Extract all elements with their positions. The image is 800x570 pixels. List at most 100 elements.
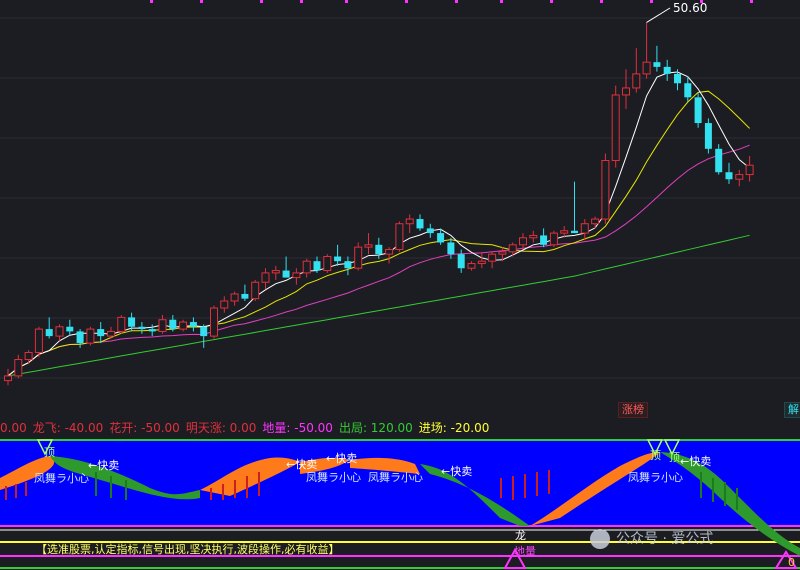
candle[interactable] [653,45,661,72]
candlestick-chart[interactable] [0,0,800,418]
candle[interactable] [426,223,434,238]
candle[interactable] [622,69,630,110]
legend-item-6: 进场: -20.00 [418,421,490,435]
candle[interactable] [189,317,197,332]
signal-tick [405,0,408,3]
candle[interactable] [447,237,455,259]
candle[interactable] [745,155,754,182]
top-label-1: 顶 [44,446,55,459]
candle[interactable] [344,256,352,276]
candle[interactable] [385,247,394,264]
candle[interactable] [24,350,33,365]
candle[interactable] [591,216,600,229]
candle[interactable] [241,284,249,301]
candle[interactable] [405,214,414,234]
phoenix-label-1: 凤舞ラ小心 [34,472,89,485]
candle[interactable] [169,315,177,332]
candle[interactable] [488,251,497,269]
candle[interactable] [642,22,651,79]
candle[interactable] [540,228,548,248]
ma20-line [7,144,750,377]
candle[interactable] [4,368,12,386]
quick-sell-label-3: ←快卖 [326,452,358,465]
red-bar [222,484,224,500]
candle[interactable] [86,326,95,346]
candle[interactable] [601,153,610,224]
red-bar [524,474,526,498]
candle[interactable] [571,181,578,234]
slogan-banner: 【选准股票,认定指标,信号出现,坚决执行,波段操作,必有收益】 [36,543,340,556]
signal-tick [750,0,753,3]
legend-item-3: 明天涨: 0.00 [185,421,257,435]
signal-tick [200,0,203,3]
candle[interactable] [179,319,188,332]
candle[interactable] [694,92,702,128]
legend-item-5: 出局: 120.00 [338,421,413,435]
candle[interactable] [580,219,589,241]
candle[interactable] [334,244,342,266]
candle[interactable] [477,251,486,269]
candle[interactable] [735,169,744,187]
signal-tick [300,0,303,3]
candle[interactable] [549,230,558,248]
phoenix-label-3: 凤舞ラ小心 [368,471,423,484]
green-bar [736,488,738,510]
red-bar [5,486,7,500]
candle[interactable] [395,221,404,252]
candle[interactable] [282,256,290,278]
red-bar [234,480,236,498]
candle[interactable] [725,162,733,184]
signal-tick [650,0,653,3]
green-bar [712,478,714,502]
phoenix-label-4: 凤舞ラ小心 [628,471,683,484]
candle[interactable] [14,354,23,379]
candle[interactable] [416,214,424,231]
candle[interactable] [66,319,74,337]
signal-tick [345,0,348,3]
candle[interactable] [632,48,641,93]
green-bar [95,472,97,496]
candle[interactable] [529,230,538,243]
wechat-icon [590,529,610,549]
dragon-label: 龙 [515,529,526,542]
candle[interactable] [519,233,527,250]
candle[interactable] [117,315,126,334]
candle[interactable] [467,261,476,271]
candle[interactable] [230,291,239,306]
candle[interactable] [45,317,53,339]
candle[interactable] [292,268,301,285]
unlock-tag[interactable]: 解 [784,402,800,418]
candle[interactable] [323,254,332,273]
legend-item-1: 龙飞: -40.00 [32,421,104,435]
candle[interactable] [97,322,105,344]
top-label-3: 顶 [669,451,680,464]
candle[interactable] [313,256,321,273]
candle[interactable] [354,242,363,271]
candle[interactable] [261,268,270,290]
candle[interactable] [271,265,280,280]
candle[interactable] [302,258,311,278]
candle[interactable] [138,322,146,334]
phoenix-label-2: 凤舞ラ小心 [306,471,361,484]
red-bar [15,484,17,498]
candle[interactable] [200,324,208,348]
top-label-2: 顶 [650,449,661,462]
candle[interactable] [34,326,43,358]
quick-sell-label-4: ←快卖 [441,465,473,478]
rise-list-tag[interactable]: 涨榜 [618,402,648,418]
candle[interactable] [364,233,373,255]
candle[interactable] [76,329,84,348]
candle[interactable] [611,85,620,168]
green-bar [724,482,726,506]
candle[interactable] [210,305,218,339]
candle[interactable] [704,118,712,154]
legend-item-2: 花开: -50.00 [109,421,180,435]
candle[interactable] [715,144,723,175]
candle[interactable] [251,279,260,301]
candle[interactable] [55,324,64,341]
high-price-label: 50.60 [673,1,708,15]
green-bar [700,472,702,498]
candle[interactable] [220,296,229,313]
candle[interactable] [457,249,465,273]
indicator-legend: 0.00 龙飞: -40.00 花开: -50.00 明天涨: 0.00 地量: -50… [0,418,800,438]
